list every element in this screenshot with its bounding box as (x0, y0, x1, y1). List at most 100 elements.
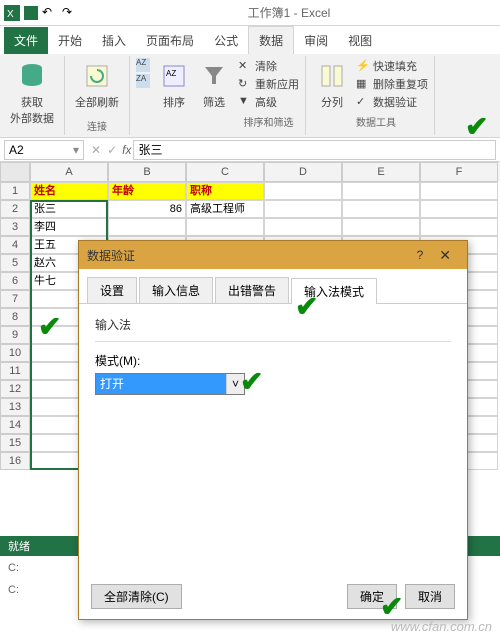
col-header-d[interactable]: D (264, 162, 342, 182)
cell[interactable]: 职称 (186, 182, 264, 200)
save-icon[interactable] (24, 6, 38, 20)
refresh-icon (81, 60, 113, 92)
sort-za-button[interactable]: ZA (136, 74, 150, 88)
sort-az-button[interactable]: AZ (136, 58, 150, 72)
col-header-e[interactable]: E (342, 162, 420, 182)
row-header[interactable]: 10 (0, 344, 30, 362)
col-header-a[interactable]: A (30, 162, 108, 182)
data-validation-button[interactable]: ✓数据验证 (356, 94, 428, 110)
row-header[interactable]: 9 (0, 326, 30, 344)
reapply-button[interactable]: ↻重新应用 (238, 76, 299, 92)
tab-formulas[interactable]: 公式 (204, 27, 248, 54)
text-to-columns-button[interactable]: 分列 (312, 58, 352, 112)
row-header[interactable]: 3 (0, 218, 30, 236)
ime-section-label: 输入法 (95, 316, 451, 333)
clear-button[interactable]: ✕清除 (238, 58, 299, 74)
row-header[interactable]: 5 (0, 254, 30, 272)
cell[interactable] (342, 218, 420, 236)
undo-icon[interactable]: ↶ (42, 5, 58, 21)
cell[interactable] (342, 182, 420, 200)
sort-label: 排序 (163, 94, 185, 110)
cell[interactable] (420, 182, 498, 200)
name-box[interactable]: A2 ▾ (4, 140, 84, 160)
advanced-button[interactable]: ▼高级 (238, 94, 299, 110)
row-header[interactable]: 14 (0, 416, 30, 434)
text-to-columns-label: 分列 (321, 94, 343, 110)
tab-insert[interactable]: 插入 (92, 27, 136, 54)
tab-view[interactable]: 视图 (338, 27, 382, 54)
watermark: www.cfan.com.cn (391, 619, 492, 634)
excel-icon: X (4, 5, 20, 21)
cell[interactable] (264, 182, 342, 200)
mode-select-dropdown-icon[interactable]: ˅ (226, 374, 244, 394)
cell[interactable] (420, 218, 498, 236)
sort-button[interactable]: AZ 排序 (154, 58, 194, 112)
ok-button[interactable]: 确定 (347, 584, 397, 609)
cell[interactable] (342, 200, 420, 218)
clear-all-button[interactable]: 全部清除(C) (91, 584, 182, 609)
mode-select[interactable]: 打开 ˅ (95, 373, 245, 395)
reapply-icon: ↻ (238, 77, 252, 91)
remove-duplicates-button[interactable]: ▦删除重复项 (356, 76, 428, 92)
select-all-corner[interactable] (0, 162, 30, 182)
row-header[interactable]: 12 (0, 380, 30, 398)
dialog-help-button[interactable]: ? (409, 248, 432, 262)
dialog-titlebar[interactable]: 数据验证 ? ✕ (79, 241, 467, 269)
cell[interactable] (264, 218, 342, 236)
tab-data[interactable]: 数据 (248, 26, 294, 54)
redo-icon[interactable]: ↷ (62, 5, 78, 21)
dialog-body: 输入法 模式(M): 打开 ˅ (79, 304, 467, 407)
col-header-c[interactable]: C (186, 162, 264, 182)
data-validation-dialog: 数据验证 ? ✕ 设置 输入信息 出错警告 输入法模式 输入法 模式(M): 打… (78, 240, 468, 620)
row-header[interactable]: 11 (0, 362, 30, 380)
cell[interactable] (108, 218, 186, 236)
name-box-dropdown-icon[interactable]: ▾ (73, 143, 79, 157)
dialog-close-button[interactable]: ✕ (431, 247, 459, 264)
formula-bar[interactable]: 张三 (133, 140, 496, 160)
advanced-icon: ▼ (238, 95, 252, 109)
col-header-b[interactable]: B (108, 162, 186, 182)
cell[interactable]: 高级工程师 (186, 200, 264, 218)
filter-button[interactable]: 筛选 (194, 58, 234, 112)
tab-home[interactable]: 开始 (48, 27, 92, 54)
svg-text:AZ: AZ (166, 69, 176, 78)
tab-pagelayout[interactable]: 页面布局 (136, 27, 204, 54)
columns-icon (316, 60, 348, 92)
cancel-button[interactable]: 取消 (405, 584, 455, 609)
row-header[interactable]: 13 (0, 398, 30, 416)
fx-icon[interactable]: fx (122, 143, 131, 157)
flash-fill-button[interactable]: ⚡快速填充 (356, 58, 428, 74)
cell[interactable]: 张三 (30, 200, 108, 218)
refresh-all-button[interactable]: 全部刷新 (71, 58, 123, 112)
svg-text:X: X (7, 9, 14, 20)
accept-fx-icon[interactable]: ✓ (104, 143, 120, 157)
tab-review[interactable]: 审阅 (294, 27, 338, 54)
row-header[interactable]: 8 (0, 308, 30, 326)
cell[interactable]: 李四 (30, 218, 108, 236)
cell[interactable] (420, 200, 498, 218)
dialog-tab-input-message[interactable]: 输入信息 (139, 277, 213, 303)
cell[interactable]: 86 (108, 200, 186, 218)
row-header[interactable]: 15 (0, 434, 30, 452)
row-header[interactable]: 6 (0, 272, 30, 290)
dialog-title: 数据验证 (87, 247, 135, 264)
row-header[interactable]: 2 (0, 200, 30, 218)
row-header[interactable]: 16 (0, 452, 30, 470)
get-external-data-button[interactable]: 获取 外部数据 (6, 58, 58, 128)
dialog-tab-ime-mode[interactable]: 输入法模式 (291, 278, 377, 304)
cancel-fx-icon[interactable]: ✕ (88, 143, 104, 157)
tab-file[interactable]: 文件 (4, 27, 48, 54)
col-header-f[interactable]: F (420, 162, 498, 182)
row-header[interactable]: 4 (0, 236, 30, 254)
cell[interactable] (186, 218, 264, 236)
cell[interactable]: 姓名 (30, 182, 108, 200)
cell[interactable]: 年龄 (108, 182, 186, 200)
sort-icon: AZ (158, 60, 190, 92)
row-header[interactable]: 7 (0, 290, 30, 308)
dialog-tab-settings[interactable]: 设置 (87, 277, 137, 303)
row-header[interactable]: 1 (0, 182, 30, 200)
dialog-tabs: 设置 输入信息 出错警告 输入法模式 (79, 269, 467, 304)
dialog-tab-error-alert[interactable]: 出错警告 (215, 277, 289, 303)
cell[interactable] (264, 200, 342, 218)
status-text: 就绪 (8, 538, 30, 554)
